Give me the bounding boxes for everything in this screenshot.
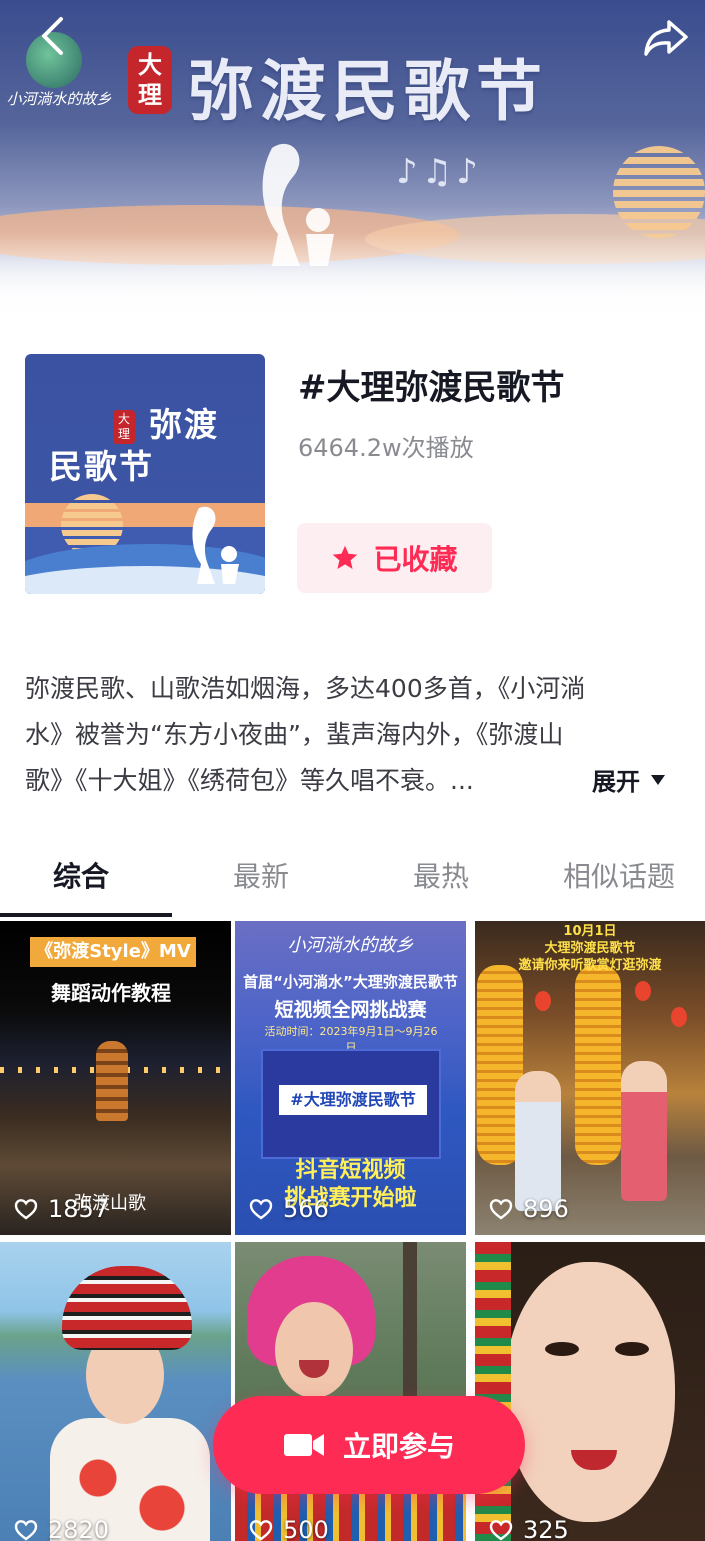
like-count: 1857 — [14, 1195, 109, 1223]
heart-outline-icon — [14, 1520, 38, 1541]
favorite-button[interactable]: 已收藏 — [297, 523, 492, 593]
share-button[interactable] — [642, 14, 690, 62]
video-brand: 小河淌水的故乡 — [287, 935, 414, 956]
banner-sun — [613, 146, 705, 238]
singer-figure-icon — [192, 506, 239, 584]
heart-outline-icon — [249, 1199, 273, 1220]
tab-bar: 综合 最新 最热 相似话题 — [0, 845, 705, 917]
lantern-icon — [635, 981, 651, 1001]
favorite-label: 已收藏 — [373, 543, 458, 576]
topic-cover-image: 弥渡 民歌节 大理 — [25, 354, 265, 594]
video-slogan-line: 抖音短视频 — [295, 1158, 406, 1183]
tab-latest[interactable]: 最新 — [233, 855, 289, 895]
heart-outline-icon — [489, 1520, 513, 1541]
like-count-value: 1857 — [48, 1195, 110, 1223]
topic-description: 弥渡民歌、山歌浩如烟海，多达400多首，《小河淌 水》被誉为“东方小夜曲”，蜚声… — [25, 666, 675, 804]
lantern-icon — [535, 991, 551, 1011]
video-tag: 《弥渡Style》MV — [30, 937, 196, 967]
video-thumbnail-hat — [62, 1266, 192, 1350]
tab-comprehensive[interactable]: 综合 — [53, 855, 109, 895]
like-count: 325 — [489, 1516, 569, 1541]
like-count: 2820 — [14, 1516, 109, 1541]
expand-label: 展开 — [592, 768, 640, 796]
video-thumbnail-dancer — [621, 1061, 667, 1201]
tab-hottest[interactable]: 最热 — [413, 855, 469, 895]
banner-title: 弥渡民歌节 — [188, 52, 548, 130]
cover-seal: 大理 — [113, 410, 135, 444]
music-notes-icon: ♪♫♪ — [396, 152, 482, 192]
like-count: 896 — [489, 1195, 569, 1223]
star-icon — [333, 545, 358, 569]
video-card[interactable]: 325 — [475, 1242, 705, 1541]
banner-seal: 大理 — [128, 46, 172, 114]
participate-label: 立即参与 — [342, 1430, 455, 1463]
back-button[interactable] — [30, 14, 74, 58]
like-count-value: 896 — [523, 1195, 569, 1223]
chevron-left-icon — [42, 17, 63, 55]
video-thumbnail-dancer — [515, 1071, 561, 1211]
heart-outline-icon — [14, 1199, 38, 1220]
description-line: 歌》《十大姐》《绣荷包》等久唱不衰。... — [25, 766, 474, 795]
video-date: 10月1日 大理弥渡民歌节 邀请你来听歌赏灯逛弥渡 — [475, 923, 705, 974]
video-headline: 首届“小河淌水”大理弥渡民歌节 — [243, 973, 458, 991]
video-camera-icon — [283, 1434, 324, 1456]
heart-outline-icon — [249, 1520, 273, 1541]
participate-button[interactable]: 立即参与 — [213, 1396, 525, 1494]
play-count: 6464.2w次播放 — [298, 434, 474, 462]
heart-outline-icon — [489, 1199, 513, 1220]
logo-text: 小河淌水的故乡 — [6, 90, 112, 108]
expand-button[interactable]: 展开 — [592, 762, 666, 797]
video-date: 活动时间：2023年9月1日～9月26日 — [264, 1025, 438, 1054]
video-date-line: 10月1日 — [563, 924, 617, 939]
like-count-value: 325 — [523, 1516, 569, 1541]
lantern-icon — [671, 1007, 687, 1027]
like-count: 566 — [249, 1195, 329, 1223]
video-date-line: 邀请你来听歌赏灯逛弥渡 — [518, 958, 662, 973]
video-card[interactable]: 小河淌水的故乡 首届“小河淌水”大理弥渡民歌节 短视频全网挑战赛 活动时间：20… — [235, 921, 466, 1235]
singer-figure-icon — [262, 143, 334, 266]
video-date-line: 大理弥渡民歌节 — [544, 941, 636, 956]
tab-similar-topics[interactable]: 相似话题 — [563, 855, 675, 895]
video-thumbnail-face — [275, 1302, 353, 1398]
topic-banner: 小河淌水的故乡 大理 弥渡民歌节 ♪♫♪ — [0, 0, 705, 330]
description-line: 弥渡民歌、山歌浩如烟海，多达400多首，《小河淌 — [25, 674, 586, 703]
like-count-value: 566 — [283, 1195, 329, 1223]
video-headline: 短视频全网挑战赛 — [274, 999, 427, 1021]
video-thumbnail-tower — [96, 1041, 128, 1121]
active-tab-indicator — [0, 913, 172, 917]
caret-down-icon — [651, 774, 665, 785]
like-count-value: 2820 — [48, 1516, 110, 1541]
video-thumbnail-eye — [545, 1342, 579, 1356]
topic-title: #大理弥渡民歌节 — [298, 368, 565, 408]
video-card[interactable]: 10月1日 大理弥渡民歌节 邀请你来听歌赏灯逛弥渡 896 — [475, 921, 705, 1235]
share-arrow-icon — [644, 20, 688, 56]
video-thumbnail-headband — [475, 1242, 511, 1541]
video-subtitle: 舞蹈动作教程 — [51, 981, 171, 1005]
like-count: 500 — [249, 1516, 329, 1541]
video-card[interactable]: 《弥渡Style》MV 舞蹈动作教程 弥渡山歌 1857 — [0, 921, 231, 1235]
video-thumbnail-corn — [575, 965, 621, 1165]
description-line: 水》被誉为“东方小夜曲”，蜚声海内外，《弥渡山 — [25, 720, 564, 749]
cover-title-line: 民歌节 — [49, 447, 154, 486]
video-thumbnail-eye — [615, 1342, 649, 1356]
video-thumbnail-face — [505, 1262, 675, 1522]
video-hashtag: #大理弥渡民歌节 — [279, 1085, 427, 1115]
video-card[interactable]: 500 — [235, 1242, 466, 1541]
banner-mist — [0, 232, 705, 330]
video-card[interactable]: 2820 — [0, 1242, 231, 1541]
like-count-value: 500 — [283, 1516, 329, 1541]
